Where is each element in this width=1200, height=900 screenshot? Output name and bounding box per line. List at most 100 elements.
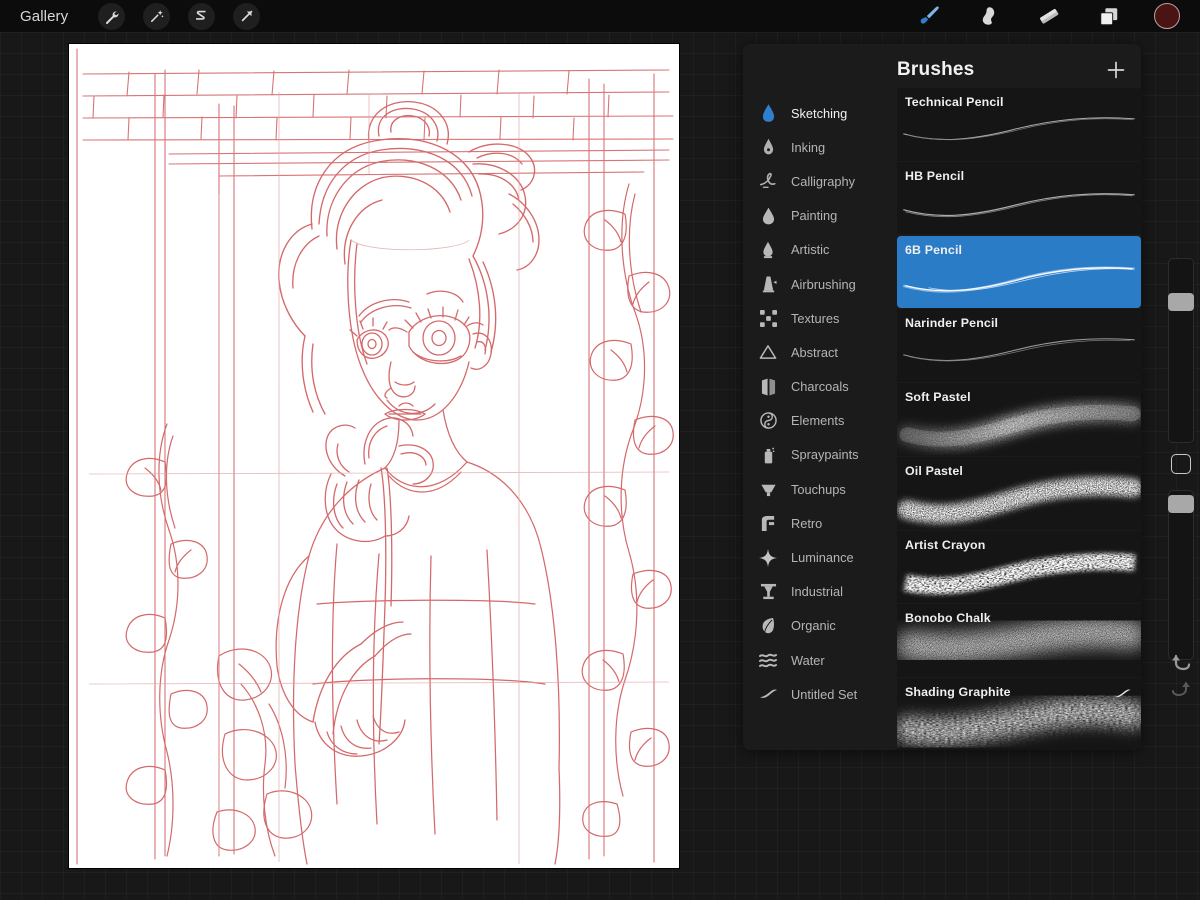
smudge-icon: [977, 5, 1001, 27]
category-label: Water: [791, 653, 825, 668]
brush-name: Soft Pastel: [905, 390, 971, 404]
industrial-icon: [757, 581, 779, 603]
category-label: Elements: [791, 413, 844, 428]
brush-name: Bonobo Chalk: [905, 611, 991, 625]
category-label: Industrial: [791, 584, 843, 599]
category-label: Painting: [791, 208, 837, 223]
category-label: Textures: [791, 311, 839, 326]
retro-icon: [757, 512, 779, 534]
brush-item[interactable]: Narinder Pencil: [897, 309, 1141, 382]
brush-item[interactable]: Bonobo Chalk: [897, 604, 1141, 677]
category-organic[interactable]: Organic: [743, 609, 891, 643]
brush-item[interactable]: Technical Pencil: [897, 88, 1141, 161]
redo-icon: [1169, 680, 1193, 700]
brush-name: Artist Crayon: [905, 538, 985, 552]
paint-brush-button[interactable]: [914, 3, 944, 29]
organic-icon: [757, 615, 779, 637]
elements-icon: [757, 410, 779, 432]
brush-item[interactable]: Shading Graphite: [897, 678, 1141, 750]
brush-name: Technical Pencil: [905, 95, 1004, 109]
actions-wrench-icon: [103, 8, 120, 25]
right-tool-group: [914, 3, 1180, 29]
brush-size-slider[interactable]: [1168, 258, 1194, 443]
charcoals-icon: [757, 376, 779, 398]
add-brush-button[interactable]: [1105, 59, 1127, 81]
category-textures[interactable]: Textures: [743, 301, 891, 335]
category-elements[interactable]: Elements: [743, 404, 891, 438]
adjustments-wand-button[interactable]: [143, 3, 170, 30]
category-label: Airbrushing: [791, 277, 856, 292]
brush-library: Brushes Technical Pencil: [891, 44, 1141, 750]
sketching-icon: [757, 102, 779, 124]
category-charcoals[interactable]: Charcoals: [743, 370, 891, 404]
category-untitled-set[interactable]: Untitled Set: [743, 677, 891, 711]
selection-button[interactable]: [188, 3, 215, 30]
selection-icon: [193, 8, 210, 25]
gallery-button[interactable]: Gallery: [16, 6, 72, 27]
category-airbrushing[interactable]: Airbrushing: [743, 267, 891, 301]
brush-category-list: Sketching Inking Calligraphy: [743, 44, 891, 750]
category-label: Organic: [791, 618, 836, 633]
sketch-artwork: [69, 44, 679, 868]
adjustments-wand-icon: [148, 8, 165, 25]
luminance-icon: [757, 547, 779, 569]
brush-size-thumb[interactable]: [1168, 293, 1194, 311]
category-retro[interactable]: Retro: [743, 506, 891, 540]
transform-arrow-button[interactable]: [233, 3, 260, 30]
abstract-icon: [757, 341, 779, 363]
category-label: Retro: [791, 516, 822, 531]
category-inking[interactable]: Inking: [743, 130, 891, 164]
category-touchups[interactable]: Touchups: [743, 472, 891, 506]
top-toolbar: Gallery: [0, 0, 1200, 32]
eraser-button[interactable]: [1034, 3, 1064, 29]
paint-brush-icon: [916, 5, 942, 27]
panel-title: Brushes: [897, 59, 974, 81]
category-label: Inking: [791, 140, 825, 155]
artistic-icon: [757, 239, 779, 261]
textures-icon: [757, 307, 779, 329]
category-label: Sketching: [791, 106, 847, 121]
category-luminance[interactable]: Luminance: [743, 540, 891, 574]
category-label: Artistic: [791, 242, 829, 257]
category-sketching[interactable]: Sketching: [743, 96, 891, 130]
category-label: Touchups: [791, 482, 846, 497]
brush-list[interactable]: Technical Pencil HB Pencil: [891, 88, 1141, 750]
brush-name: Narinder Pencil: [905, 316, 998, 330]
redo-button[interactable]: [1169, 680, 1193, 700]
smudge-button[interactable]: [974, 3, 1004, 29]
untitled-set-icon: [757, 683, 779, 705]
brush-opacity-thumb[interactable]: [1168, 495, 1194, 513]
brush-opacity-slider[interactable]: [1168, 490, 1194, 660]
color-swatch[interactable]: [1154, 3, 1180, 29]
undo-button[interactable]: [1169, 650, 1193, 674]
actions-wrench-button[interactable]: [98, 3, 125, 30]
category-spraypaints[interactable]: Spraypaints: [743, 438, 891, 472]
category-painting[interactable]: Painting: [743, 199, 891, 233]
brush-item[interactable]: Soft Pastel: [897, 383, 1141, 456]
category-water[interactable]: Water: [743, 643, 891, 677]
brush-item[interactable]: Oil Pastel: [897, 457, 1141, 530]
calligraphy-icon: [757, 170, 779, 192]
category-abstract[interactable]: Abstract: [743, 335, 891, 369]
transform-arrow-icon: [238, 8, 255, 25]
category-label: Charcoals: [791, 379, 849, 394]
touchups-icon: [757, 478, 779, 500]
brush-name: 6B Pencil: [905, 243, 962, 257]
category-label: Abstract: [791, 345, 838, 360]
drawing-canvas[interactable]: [69, 44, 679, 868]
layers-button[interactable]: [1094, 3, 1124, 29]
inking-icon: [757, 136, 779, 158]
airbrushing-icon: [757, 273, 779, 295]
brush-item[interactable]: HB Pencil: [897, 162, 1141, 235]
eraser-icon: [1037, 5, 1061, 27]
brush-sidebar: [1166, 258, 1196, 700]
modify-button[interactable]: [1171, 454, 1191, 474]
category-artistic[interactable]: Artistic: [743, 233, 891, 267]
category-calligraphy[interactable]: Calligraphy: [743, 164, 891, 198]
category-label: Calligraphy: [791, 174, 855, 189]
category-label: Luminance: [791, 550, 854, 565]
leaf-badge-icon: [1114, 686, 1131, 704]
brush-item-selected[interactable]: 6B Pencil: [897, 236, 1141, 309]
category-industrial[interactable]: Industrial: [743, 575, 891, 609]
brush-item[interactable]: Artist Crayon: [897, 531, 1141, 604]
